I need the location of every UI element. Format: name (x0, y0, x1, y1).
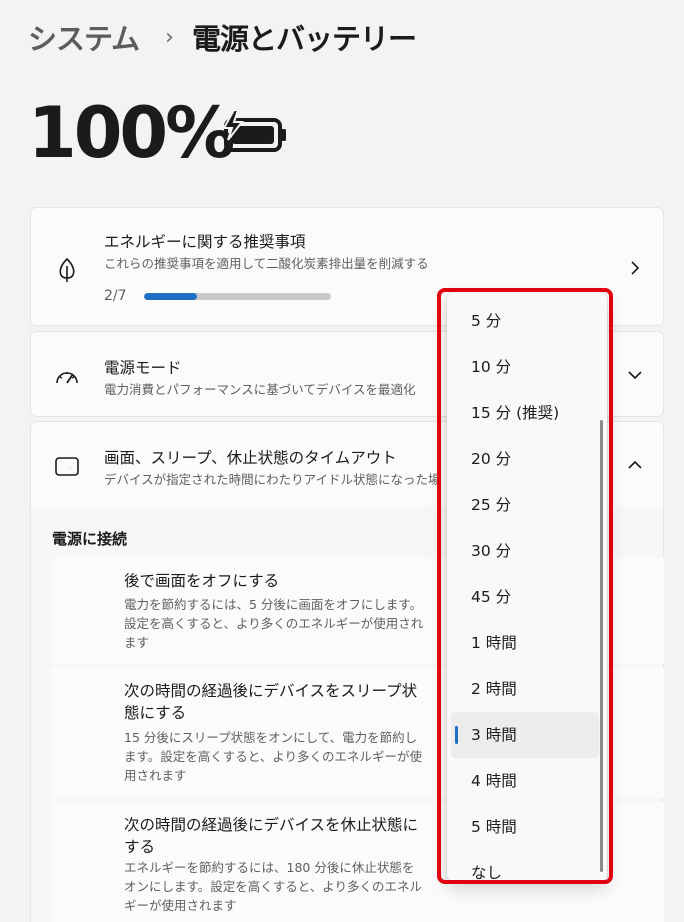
dropdown-option[interactable]: なし (451, 850, 599, 882)
chevron-down-icon (628, 371, 642, 380)
hibernate-title: 次の時間の経過後にデバイスを休止状態にする (124, 816, 419, 856)
dropdown-option[interactable]: 3 時間 (451, 712, 599, 758)
timeout-title: 画面、スリープ、休止状態のタイムアウト (104, 449, 397, 467)
dropdown-option-label: 5 時間 (471, 818, 517, 836)
dropdown-option-label: なし (471, 864, 503, 882)
energy-progress-label: 2/7 (104, 288, 127, 304)
selected-indicator (455, 726, 458, 744)
chevron-right-icon (631, 261, 640, 275)
energy-recommendations-description: これらの推奨事項を適用して二酸化炭素排出量を削減する (104, 256, 429, 271)
timeout-dropdown-menu[interactable]: 5 分 10 分 15 分 (推奨) 20 分 25 分 30 分 45 分 1 時間 2 時間… (447, 292, 607, 882)
screen-off-description: 電力を節約するには、5 分後に画面をオフにします。設定を高くすると、より多くのエ… (124, 597, 424, 650)
sleep-description: 15 分後にスリープ状態をオンにして、電力を節約します。設定を高くすると、より多… (124, 730, 423, 783)
dropdown-option-label: 20 分 (471, 450, 512, 468)
energy-recommendations-title: エネルギーに関する推奨事項 (104, 233, 306, 251)
chevron-up-icon (628, 460, 642, 469)
page-title: 電源とバッテリー (191, 22, 417, 56)
leaf-icon (59, 257, 75, 282)
breadcrumb-parent-system[interactable]: システム (28, 16, 140, 58)
dropdown-option[interactable]: 20 分 (451, 436, 599, 482)
gauge-icon (56, 372, 78, 384)
timeout-options-list: 5 分 10 分 15 分 (推奨) 20 分 25 分 30 分 45 分 1 時間 2 時間… (447, 298, 599, 882)
dropdown-option[interactable]: 15 分 (推奨) (451, 390, 599, 436)
breadcrumb: システム › 電源とバッテリー (28, 16, 417, 58)
dropdown-option[interactable]: 5 時間 (451, 804, 599, 850)
hibernate-description: エネルギーを節約するには、180 分後に休止状態をオンにします。設定を高くすると… (124, 860, 423, 913)
screen-sleep-icon (55, 457, 79, 477)
dropdown-option-label: 25 分 (471, 496, 512, 514)
dropdown-option-label: 30 分 (471, 542, 512, 560)
dropdown-option[interactable]: 1 時間 (451, 620, 599, 666)
dropdown-option[interactable]: 10 分 (451, 344, 599, 390)
dropdown-scrollbar-thumb[interactable] (600, 420, 603, 872)
dropdown-option[interactable]: 30 分 (451, 528, 599, 574)
dropdown-option-label: 4 時間 (471, 772, 517, 790)
battery-percentage: 100% (28, 92, 235, 174)
dropdown-option[interactable]: 2 時間 (451, 666, 599, 712)
sleep-title: 次の時間の経過後にデバイスをスリープ状態にする (124, 682, 418, 722)
dropdown-option-label: 10 分 (471, 358, 512, 376)
dropdown-option-label: 45 分 (471, 588, 512, 606)
dropdown-option-label: 2 時間 (471, 680, 517, 698)
dropdown-scrollbar[interactable] (600, 420, 603, 872)
dropdown-option[interactable]: 5 分 (451, 298, 599, 344)
power-mode-title: 電源モード (104, 359, 182, 377)
breadcrumb-separator: › (165, 24, 174, 50)
dropdown-option-label: 5 分 (471, 312, 502, 330)
screen-off-title: 後で画面をオフにする (124, 572, 280, 590)
energy-progress-fill (144, 293, 198, 300)
dropdown-option-label: 3 時間 (471, 726, 517, 744)
dropdown-option[interactable]: 4 時間 (451, 758, 599, 804)
energy-progress-bar (144, 293, 331, 300)
dropdown-option-label: 15 分 (推奨) (471, 404, 560, 422)
dropdown-option[interactable]: 45 分 (451, 574, 599, 620)
timeout-description: デバイスが指定された時間にわたりアイドル状態になった場 (104, 472, 441, 487)
power-mode-description: 電力消費とパフォーマンスに基づいてデバイスを最適化 (104, 382, 416, 397)
plugged-in-heading: 電源に接続 (52, 530, 128, 548)
dropdown-option-label: 1 時間 (471, 634, 517, 652)
dropdown-option[interactable]: 25 分 (451, 482, 599, 528)
battery-charging-icon (222, 109, 286, 152)
